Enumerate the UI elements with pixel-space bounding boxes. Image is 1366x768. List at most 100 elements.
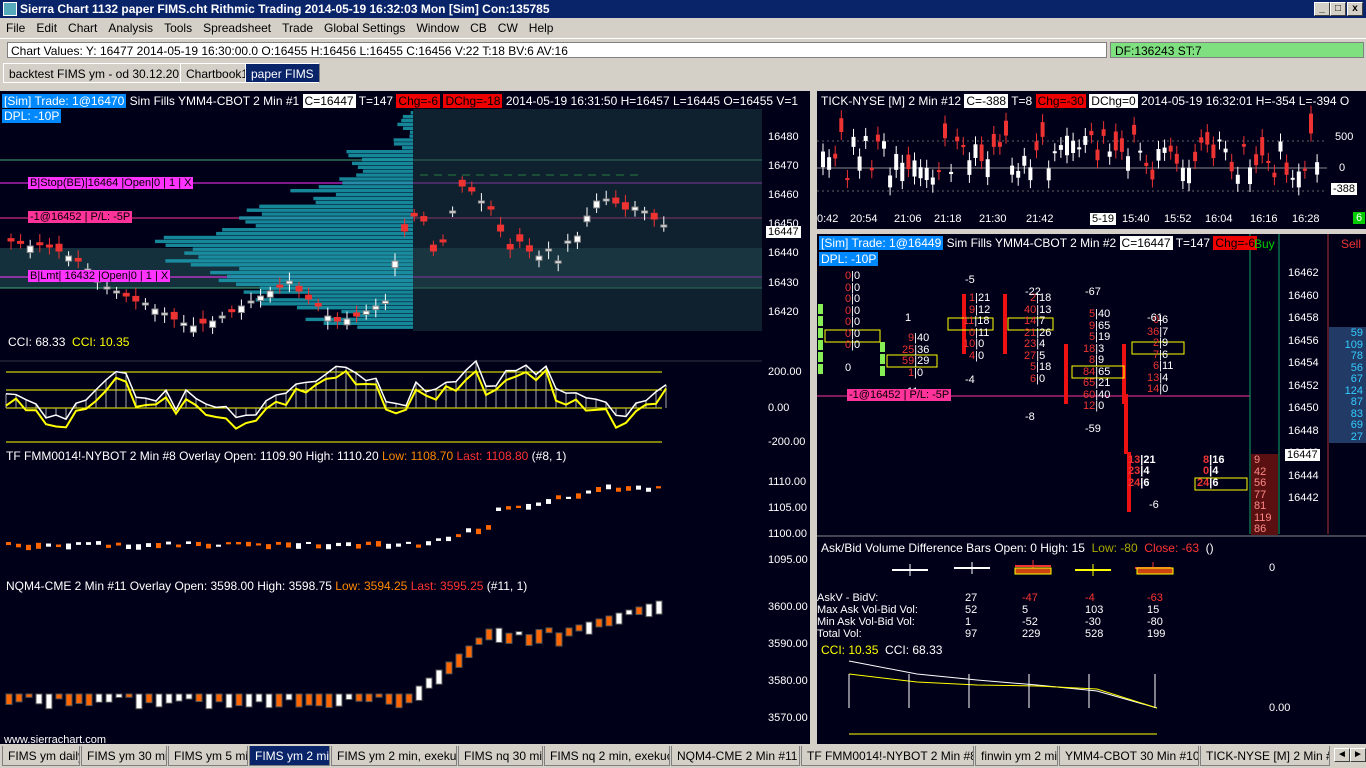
tick-candle [1260,137,1265,156]
ask-dom-cell[interactable]: 27 [1329,430,1366,443]
menu-trade[interactable]: Trade [276,18,318,35]
close-button[interactable]: x [1347,2,1363,16]
chart-tab[interactable]: TF FMM0014!-NYBOT 2 Min #8 [801,746,974,766]
chart-tab[interactable]: FIMS ym 5 min [168,746,248,766]
volume-profile-bar [397,122,413,127]
menu-file[interactable]: File [0,18,30,35]
stats-value: -47 [1022,592,1038,604]
candle-body [468,187,476,192]
candle-body [333,316,341,322]
tick-candle [888,175,893,188]
tick-candle [1272,172,1277,178]
ask-dom-cell[interactable]: 56 [1329,361,1366,374]
cci-tick: 200.00 [768,366,802,378]
nq-candle [205,693,213,710]
footprint-panel[interactable]: [Sim] Trade: 1@16449 Sim Fills YMM4-CBOT… [817,234,1366,744]
chart-tab[interactable]: FIMS nq 30 min [458,746,543,766]
tick-candle [955,136,960,142]
footprint-cell: 12|0 [1083,400,1105,412]
nq-candle [65,693,73,707]
chart-tab[interactable]: YMM4-CBOT 30 Min #10 [1059,746,1199,766]
volume-profile-bar [245,220,413,224]
chart-tab[interactable]: FIMS ym 2 min, exekuce [331,746,457,766]
ask-dom-cell[interactable]: 59 [1329,327,1366,339]
menu-spreadsheet[interactable]: Spreadsheet [197,18,276,35]
ask-dom-cell[interactable]: 83 [1329,407,1366,420]
ask-dom-cell[interactable]: 78 [1329,350,1366,362]
tick-chart-canvas[interactable] [817,91,1366,229]
menu-analysis[interactable]: Analysis [102,18,158,35]
menu-cb[interactable]: CB [464,18,492,35]
tab-scroll-left-button[interactable]: ◄ [1334,748,1350,762]
volume-profile-bar [259,204,413,208]
candle-body [477,200,485,204]
menu-global-settings[interactable]: Global Settings [318,18,410,35]
tf-candle [216,544,221,547]
tab-scroll-right-button[interactable]: ► [1350,748,1366,762]
chart-tab[interactable]: finwin ym 2 min [975,746,1058,766]
footprint-price-label: 16442 [1288,492,1319,504]
panel-separator[interactable] [810,91,817,744]
menu-cw[interactable]: CW [492,18,523,35]
chart-tab[interactable]: FIMS ym daily [2,746,80,766]
chart-tab[interactable]: TICK-NYSE [M] 2 Min #1 [1200,746,1330,766]
ask-dom-cell[interactable]: 124 [1329,384,1366,397]
tf-candle [46,543,51,547]
tf-candle [296,543,301,549]
footprint-cell: 0|0 [845,270,861,282]
ask-dom-cell[interactable]: 67 [1329,373,1366,385]
position-label[interactable]: -1@16452 | P/L: -5P [847,389,952,401]
ask-dom-cell[interactable]: 109 [1329,338,1366,351]
chart-tab[interactable]: NQM4-CME 2 Min #11 [671,746,800,766]
chartbook-tab-paper-fims[interactable]: paper FIMS [245,63,320,83]
menu-edit[interactable]: Edit [30,18,62,35]
footprint-cell: 18|3 [1083,342,1105,355]
maximize-button[interactable]: □ [1330,2,1346,16]
chart-tab[interactable]: FIMS nq 2 min, exekuce [544,746,670,766]
tick-candle [985,159,990,178]
footprint-cell: 24|6 [1197,477,1219,489]
main-chart-panel[interactable]: [Sim] Trade: 1@16470 Sim Fills YMM4-CBOT… [0,91,810,744]
bar-info: 2014-05-19 16:31:50 H=16457 L=16445 O=16… [505,94,799,108]
menu-help[interactable]: Help [523,18,559,35]
tick-candle [1028,167,1033,181]
ask-dom-column[interactable]: 59 109 78 56 67 124 87 83 69 27 [1329,234,1366,534]
ask-dom-cell[interactable]: 69 [1329,419,1366,431]
nq-tick: 3570.00 [768,712,808,724]
tick-candle [979,144,984,162]
stop-order-label[interactable]: B|Stop(BE)|16464 |Open|0 | 1 | X [28,177,194,189]
askbid-zero-tick: 0 [1269,562,1276,574]
nq-candle [95,693,103,703]
candle-body [660,224,668,228]
position-label[interactable]: -1@16452 | P/L: -5P [28,211,133,223]
volume-profile-bar [357,165,413,169]
nq-candle [215,693,223,703]
menu-tools[interactable]: Tools [158,18,197,35]
price-label: 16460 [768,189,799,201]
tick-chart-panel[interactable]: TICK-NYSE [M] 2 Min #12 C=-388 T=8 Chg=-… [817,91,1366,229]
tick-candle [1058,145,1063,150]
menu-window[interactable]: Window [410,18,464,35]
limit-order-label[interactable]: B|Lmt| 16432 |Open|0 | 1 | X [28,270,171,282]
tf-candle [166,541,171,545]
ask-dom-cell[interactable]: 87 [1329,396,1366,408]
app-logo-icon [3,2,17,16]
tf-tick: 1110.00 [768,476,807,488]
nq-candle [265,693,273,709]
chart-tab-active[interactable]: FIMS ym 2 min [249,746,330,766]
footprint-cell: 5|19 [1089,331,1111,343]
footprint-cell: 5|18 [1030,361,1052,373]
candle-body [113,290,121,294]
tf-candle [146,543,151,547]
minimize-button[interactable]: _ [1314,2,1330,16]
stats-value: -30 [1085,616,1101,628]
chartbook-tab-chartbook1[interactable]: Chartbook1 [180,63,255,83]
chartbook-tab-backtest[interactable]: backtest FIMS ym - od 30.12.2013 [3,63,199,83]
candle-body [429,244,437,252]
stats-value: -52 [1022,616,1038,628]
candle-body [353,312,361,317]
menu-chart[interactable]: Chart [62,18,102,35]
tick-time-label: 15:52 [1164,213,1192,225]
tf-candle [576,493,581,499]
chart-tab[interactable]: FIMS ym 30 min [81,746,167,766]
